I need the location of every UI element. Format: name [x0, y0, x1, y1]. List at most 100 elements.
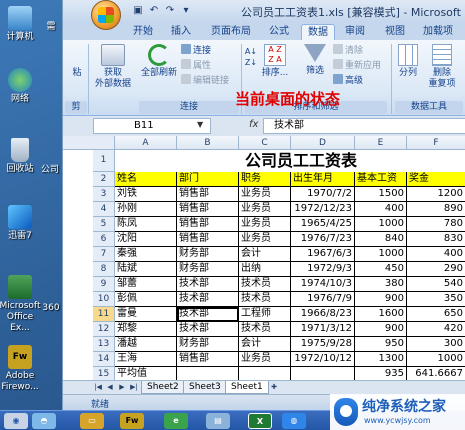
- insert-sheet-icon[interactable]: ✚: [267, 382, 281, 393]
- table-cell[interactable]: 1976/7/9: [291, 292, 355, 307]
- header-cell[interactable]: 姓名: [115, 172, 177, 187]
- header-cell[interactable]: 部门: [177, 172, 239, 187]
- table-cell[interactable]: 销售部: [177, 232, 239, 247]
- table-cell[interactable]: 出纳: [239, 262, 291, 277]
- qat-dropdown-icon[interactable]: ▾: [179, 4, 193, 17]
- connections-button[interactable]: 连接: [181, 44, 211, 57]
- table-cell[interactable]: 380: [355, 277, 407, 292]
- row-header-11[interactable]: 11: [93, 307, 115, 322]
- table-cell[interactable]: 1000: [355, 247, 407, 262]
- table-cell[interactable]: 财务部: [177, 337, 239, 352]
- table-cell[interactable]: 陈凤: [115, 217, 177, 232]
- paste-button[interactable]: 粘: [67, 68, 87, 79]
- properties-button[interactable]: 属性: [181, 59, 211, 72]
- table-cell[interactable]: 销售部: [177, 202, 239, 217]
- sheet-tab-sheet1[interactable]: Sheet1: [225, 381, 269, 394]
- name-box-dropdown-icon[interactable]: ▼: [197, 120, 203, 129]
- remove-duplicates-button[interactable]: 删除 重复项: [425, 44, 459, 90]
- table-cell[interactable]: 641.6667: [407, 367, 465, 380]
- row-header-5[interactable]: 5: [93, 217, 115, 232]
- table-cell[interactable]: 雷曼: [115, 307, 177, 322]
- table-cell[interactable]: [239, 367, 291, 380]
- undo-icon[interactable]: ↶: [147, 4, 161, 17]
- refresh-all-button[interactable]: 全部刷新: [139, 44, 179, 79]
- table-cell[interactable]: 财务部: [177, 262, 239, 277]
- tab-insert[interactable]: 插入: [165, 24, 197, 40]
- row-header-7[interactable]: 7: [93, 247, 115, 262]
- row-header-10[interactable]: 10: [93, 292, 115, 307]
- table-cell[interactable]: 财务部: [177, 247, 239, 262]
- table-cell[interactable]: 650: [407, 307, 465, 322]
- qq-icon[interactable]: ◓: [32, 413, 56, 429]
- computer-desktop-icon[interactable]: 计算机: [0, 6, 40, 43]
- table-cell[interactable]: 1972/9/3: [291, 262, 355, 277]
- folder-icon[interactable]: ▭: [80, 413, 104, 429]
- select-all-corner[interactable]: [63, 136, 115, 150]
- table-cell[interactable]: 工程师: [239, 307, 291, 322]
- tab-home[interactable]: 开始: [127, 24, 159, 40]
- table-cell[interactable]: 890: [407, 202, 465, 217]
- text-to-columns-button[interactable]: 分列: [393, 44, 423, 79]
- table-cell[interactable]: 900: [355, 322, 407, 337]
- worksheet-grid[interactable]: ABCDEF 12345678910111213141516 姓名部门职务出生年…: [63, 136, 465, 380]
- edit-links-button[interactable]: 编辑链接: [181, 74, 229, 87]
- excel-taskbar-icon[interactable]: X: [248, 413, 272, 429]
- ie-taskbar-icon[interactable]: e: [164, 413, 188, 429]
- explorer-taskbar-icon[interactable]: ▤: [206, 413, 230, 429]
- table-cell[interactable]: 技术部: [177, 307, 239, 322]
- tab-data[interactable]: 数据: [301, 24, 335, 40]
- table-cell[interactable]: 350: [407, 292, 465, 307]
- app-taskbar-icon[interactable]: ◍: [282, 413, 306, 429]
- table-cell[interactable]: [177, 367, 239, 380]
- tab-formulas[interactable]: 公式: [263, 24, 295, 40]
- table-cell[interactable]: 1000: [407, 352, 465, 367]
- fireworks-desktop-icon[interactable]: Fw Adobe Firewo...: [0, 345, 40, 393]
- table-cell[interactable]: 1972/12/23: [291, 202, 355, 217]
- table-cell[interactable]: 刘铁: [115, 187, 177, 202]
- tab-view[interactable]: 视图: [379, 24, 411, 40]
- filter-button[interactable]: 筛选: [301, 44, 329, 77]
- sort-ascending-button[interactable]: A↓ Z↓: [243, 46, 259, 68]
- table-cell[interactable]: 1000: [355, 217, 407, 232]
- name-box[interactable]: B11: [93, 118, 211, 134]
- table-cell[interactable]: 1970/7/2: [291, 187, 355, 202]
- advanced-filter-button[interactable]: 高级: [333, 74, 363, 87]
- tab-review[interactable]: 审阅: [339, 24, 371, 40]
- row-header-4[interactable]: 4: [93, 202, 115, 217]
- sheet-tab-sheet3[interactable]: Sheet3: [183, 381, 227, 394]
- table-cell[interactable]: 1976/7/23: [291, 232, 355, 247]
- table-cell[interactable]: 1200: [407, 187, 465, 202]
- row-header-9[interactable]: 9: [93, 277, 115, 292]
- office-button[interactable]: [91, 0, 121, 30]
- row-header-15[interactable]: 15: [93, 367, 115, 380]
- get-external-data-button[interactable]: 获取 外部数据: [91, 44, 135, 90]
- table-cell[interactable]: 780: [407, 217, 465, 232]
- column-header-f[interactable]: F: [407, 136, 465, 150]
- column-header-e[interactable]: E: [355, 136, 407, 150]
- table-cell[interactable]: 技术员: [239, 277, 291, 292]
- table-cell[interactable]: 会计: [239, 247, 291, 262]
- table-cell[interactable]: 沈阳: [115, 232, 177, 247]
- table-cell[interactable]: 秦强: [115, 247, 177, 262]
- prev-sheet-icon[interactable]: ◀: [105, 382, 115, 393]
- table-cell[interactable]: [291, 367, 355, 380]
- table-cell[interactable]: 300: [407, 337, 465, 352]
- tab-page-layout[interactable]: 页面布局: [205, 24, 257, 40]
- table-cell[interactable]: 1966/8/23: [291, 307, 355, 322]
- table-cell[interactable]: 技术员: [239, 292, 291, 307]
- row-header-6[interactable]: 6: [93, 232, 115, 247]
- row-header-2[interactable]: 2: [93, 172, 115, 187]
- table-cell[interactable]: 技术部: [177, 277, 239, 292]
- table-cell[interactable]: 1500: [355, 187, 407, 202]
- table-cell[interactable]: 王海: [115, 352, 177, 367]
- thunder-desktop-icon[interactable]: 迅雷7: [0, 205, 40, 242]
- last-sheet-icon[interactable]: ▶|: [129, 382, 139, 393]
- header-cell[interactable]: 职务: [239, 172, 291, 187]
- table-cell[interactable]: 830: [407, 232, 465, 247]
- table-cell[interactable]: 1300: [355, 352, 407, 367]
- tab-addins[interactable]: 加载项: [417, 24, 459, 40]
- table-cell[interactable]: 业务员: [239, 202, 291, 217]
- table-cell[interactable]: 420: [407, 322, 465, 337]
- table-cell[interactable]: 900: [355, 292, 407, 307]
- table-cell[interactable]: 1600: [355, 307, 407, 322]
